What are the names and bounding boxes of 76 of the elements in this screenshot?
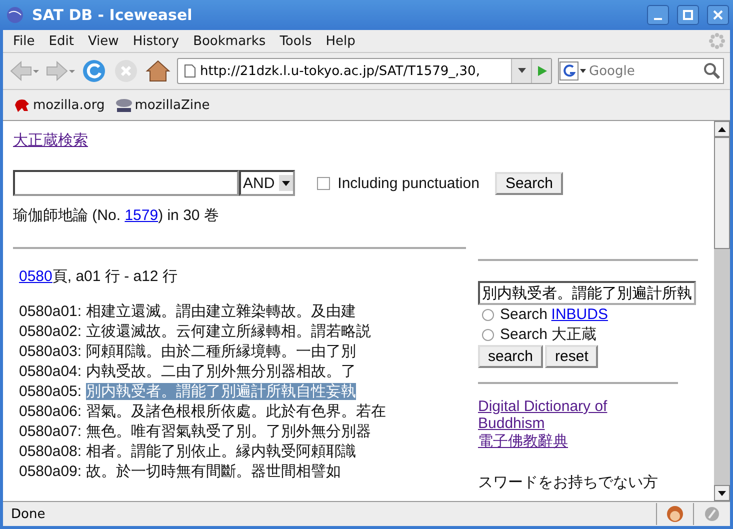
globe-icon [6,6,24,24]
option-label: Search 大正蔵 [500,325,597,345]
verse-text: 故。於一切時無有間斷。器世間相譬如 [86,463,341,480]
play-icon [536,65,548,77]
line-reference: 0580a02: [19,323,82,340]
line-reference: 0580a09: [19,463,82,480]
disabled-icon [704,506,720,522]
caret-icon [518,68,526,74]
line-reference: 0580a07: [19,423,82,440]
search-box[interactable]: Google [558,58,724,84]
search-icon[interactable] [701,61,723,81]
line-reference: 0580a06: [19,403,82,420]
search-input[interactable] [13,170,239,196]
line-reference: 0580a04: [19,363,82,380]
work-number-link[interactable]: 1579 [124,207,158,224]
work-title: 瑜伽師地論 (No. 1579) in 30 巻 [13,206,220,225]
home-icon[interactable] [145,58,171,84]
inbuds-link[interactable]: INBUDS [551,305,608,325]
maximize-button[interactable] [677,5,699,25]
search-button[interactable]: Search [495,172,563,194]
reload-icon[interactable] [81,58,107,84]
dropdown-button[interactable] [511,59,531,83]
menu-item[interactable]: Tools [274,34,320,48]
verse-text: 阿頼耶識。由於二種所縁境轉。一由了別 [86,343,356,360]
menu-item[interactable]: Bookmarks [187,34,274,48]
line-reference: 0580a05: [19,383,82,400]
window-title: SAT DB - Iceweasel [32,6,194,24]
minimize-button[interactable] [647,5,669,25]
menu-item[interactable]: File [7,34,43,48]
verse-text: 相建立還滅。謂由建立雜染轉故。及由建 [86,303,356,320]
bookmark-link[interactable]: mozillaZine [114,97,210,113]
verse-text: 内執受故。二由了別外無分別器相故。了 [86,363,356,380]
page-range: 0580頁, a01 行 - a12 行 [19,267,178,286]
address-field[interactable]: http://21dzk.l.u-tokyo.ac.jp/SAT/T1579_,30, [177,58,552,84]
close-button[interactable] [707,5,729,25]
checkbox-label: Including punctuation [338,174,480,192]
caret-icon [278,175,293,191]
operator-select[interactable]: AND [239,170,295,196]
title-link[interactable]: 大正蔵検索 [13,132,88,149]
menu-item[interactable]: History [126,34,188,48]
query-field[interactable]: 別内執受者。謂能了別遍計所執 [478,281,696,305]
maximize-icon [683,10,693,20]
note-text: スワードをお持ちでない方 [478,473,659,492]
verse-text: 無色。唯有習氣執受了別。了別外無分別器 [86,423,371,440]
radio-button[interactable] [482,329,494,341]
verse-text: 別内執受者。謂能了別遍計所執自性妄執 [86,383,356,400]
verse-text: 立彼還滅故。云何建立所縁轉相。謂若略説 [86,323,371,340]
scrollbar[interactable] [714,121,730,501]
page-link[interactable]: 0580 [19,268,52,285]
line-reference: 0580a08: [19,443,82,460]
form-button[interactable]: reset [545,345,598,368]
minimize-icon [654,18,662,20]
page-icon [184,64,196,78]
monkey-icon [666,505,684,523]
throbber-icon [708,32,726,50]
menu-item[interactable]: Edit [42,34,82,48]
close-icon [713,10,723,20]
blimp-icon [114,97,133,113]
menu-item[interactable]: View [82,34,127,48]
line-reference: 0580a03: [19,343,82,360]
search-engine-icon[interactable] [559,61,587,81]
punctuation-checkbox[interactable] [316,176,330,190]
line-reference: 0580a01: [19,303,82,320]
up-arrow-icon[interactable] [718,126,726,132]
option-label: Search [500,305,548,325]
dictionary-link[interactable]: Digital Dictionary of Buddhism [478,398,658,432]
down-arrow-icon[interactable] [718,490,726,496]
bookmark-link[interactable]: mozilla.org [13,97,105,113]
menu-item[interactable]: Help [320,34,364,48]
radio-button[interactable] [482,309,494,321]
form-button[interactable]: search [478,345,544,368]
status-text: Done [10,506,46,522]
dictionary-link[interactable]: 電子佛教辭典 [478,432,658,451]
dinosaur-icon [13,97,31,113]
verse-text: 習氣。及諸色根根所依處。此於有色界。若在 [86,403,386,420]
verse-text: 相者。謂能了別依止。縁内執受阿頼耶識 [86,443,356,460]
